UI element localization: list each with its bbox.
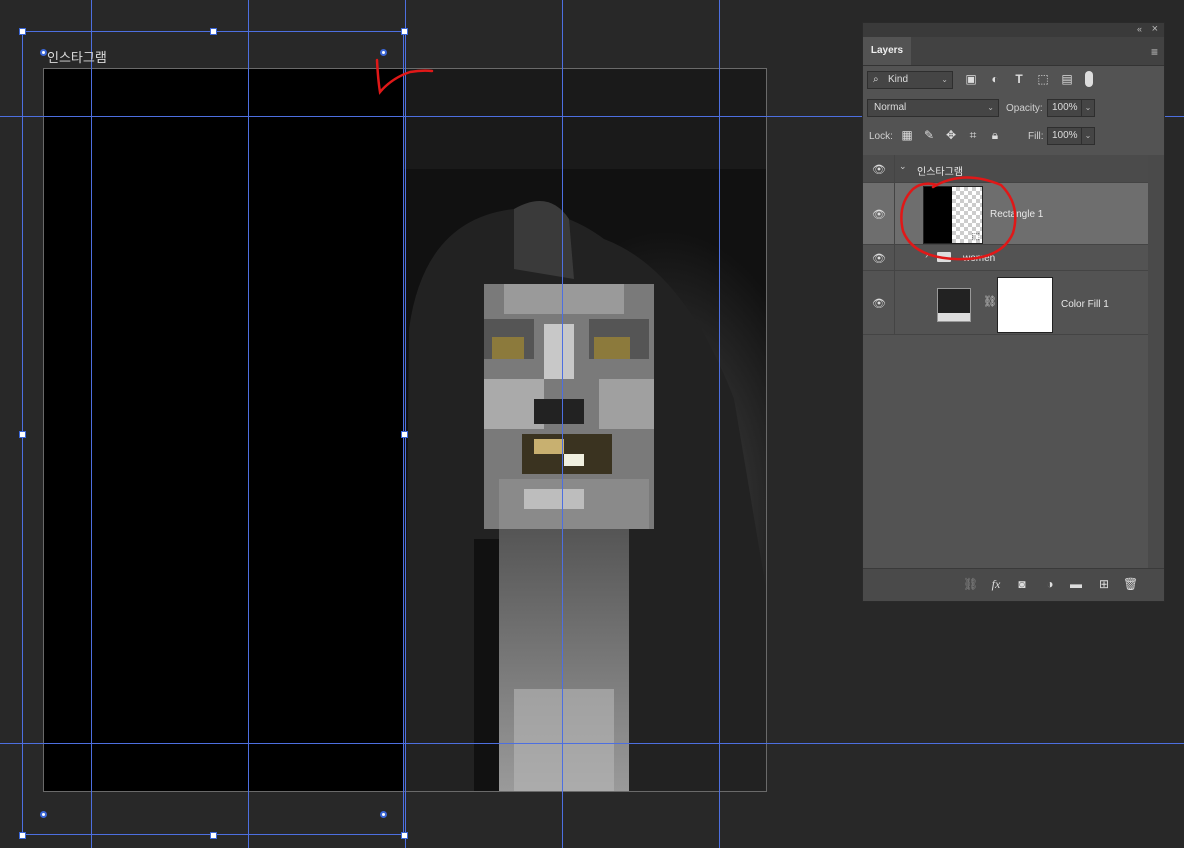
blend-row: Normal ⌄ Opacity: 100% ⌄ (863, 94, 1164, 122)
lock-artboard-icon[interactable]: ⌗ (965, 127, 981, 143)
adjustment-layer-filter-icon[interactable]: ◐ (987, 71, 1003, 87)
corner-radius-handle[interactable] (40, 49, 47, 56)
chevron-down-icon[interactable]: ⌄ (1081, 127, 1095, 145)
chevron-down-icon[interactable]: ⌄ (1081, 99, 1095, 117)
new-group-icon[interactable]: ▬ (1069, 577, 1083, 591)
fill-label: Fill: (1028, 131, 1044, 142)
red-annotation-circle (900, 176, 1017, 261)
filter-kind-label: Kind (888, 74, 909, 85)
close-icon[interactable]: × (1152, 23, 1158, 35)
search-icon: ⌕ (873, 74, 879, 85)
transform-handle[interactable] (19, 832, 26, 839)
layer-row-color-fill[interactable]: 👁︎ ⛓︎ Color Fill 1 (863, 271, 1149, 335)
corner-radius-handle[interactable] (380, 49, 387, 56)
eye-icon[interactable]: 👁︎ (871, 163, 887, 176)
lock-row: Lock: ▦ ✎ ✥ ⌗ 🔒︎ Fill: 100% ⌄ (863, 122, 1164, 150)
new-layer-icon[interactable]: ⊞ (1097, 577, 1111, 591)
link-icon[interactable]: ⛓︎ (983, 295, 997, 308)
corner-radius-handle[interactable] (40, 811, 47, 818)
guide-vertical[interactable] (719, 0, 720, 848)
eye-icon[interactable]: 👁︎ (871, 208, 887, 221)
transform-handle[interactable] (401, 431, 408, 438)
layer-list: 👁︎ ⌄ 인스타그램 👁︎ ⬚ Rectangle 1 👁︎ › women 👁… (863, 155, 1149, 569)
transform-handle[interactable] (210, 28, 217, 35)
link-layers-icon[interactable]: ⛓︎ (963, 577, 978, 591)
adjustment-layer-icon[interactable]: ◑ (1043, 577, 1057, 591)
trash-icon[interactable]: 🗑︎ (1123, 577, 1138, 591)
mask-thumbnail[interactable] (997, 277, 1053, 333)
transform-handle[interactable] (401, 832, 408, 839)
fill-thumbnail (937, 288, 971, 322)
panel-bottom-bar: ⛓︎ fx ◙ ◑ ▬ ⊞ 🗑︎ (863, 568, 1164, 601)
lock-all-icon[interactable]: 🔒︎ (987, 127, 1003, 143)
lock-position-icon[interactable]: ✥ (943, 127, 959, 143)
smart-object-filter-icon[interactable]: ▤ (1059, 71, 1075, 87)
eye-icon[interactable]: 👁︎ (871, 252, 887, 265)
corner-radius-handle[interactable] (380, 811, 387, 818)
layer-name: Color Fill 1 (1061, 299, 1109, 310)
chevron-down-icon: ⌄ (941, 75, 948, 84)
opacity-label: Opacity: (1006, 103, 1043, 114)
fill-field[interactable]: 100% (1047, 127, 1083, 145)
shape-layer-filter-icon[interactable]: ⬚ (1035, 71, 1051, 87)
type-layer-filter-icon[interactable]: T (1011, 71, 1027, 87)
tab-layers[interactable]: Layers (863, 37, 911, 65)
filter-toggle-icon[interactable] (1085, 71, 1093, 87)
lock-transparent-pixels-icon[interactable]: ▦ (899, 127, 915, 143)
transform-handle[interactable] (210, 832, 217, 839)
double-chevron-icon[interactable]: « (1137, 24, 1142, 34)
separator (894, 271, 895, 334)
filter-row: ⌕ Kind ⌄ ▣ ◐ T ⬚ ▤ (863, 66, 1164, 94)
opacity-field[interactable]: 100% (1047, 99, 1083, 117)
lock-image-pixels-icon[interactable]: ✎ (921, 127, 937, 143)
add-mask-icon[interactable]: ◙ (1015, 577, 1029, 591)
chevron-down-icon: ⌄ (987, 103, 994, 112)
transform-bounding-box[interactable] (22, 31, 404, 835)
fx-icon[interactable]: fx (989, 577, 1003, 591)
panel-menu-icon[interactable]: ≡ (1151, 45, 1158, 59)
transform-handle[interactable] (401, 28, 408, 35)
lock-label: Lock: (869, 131, 893, 142)
blend-mode-dropdown[interactable]: Normal ⌄ (867, 99, 999, 117)
transform-handle[interactable] (19, 28, 26, 35)
pixel-layer-filter-icon[interactable]: ▣ (963, 71, 979, 87)
panel-scrollbar[interactable] (1148, 155, 1164, 569)
guide-vertical[interactable] (405, 0, 406, 848)
guide-vertical[interactable] (562, 0, 563, 848)
eye-icon[interactable]: 👁︎ (871, 297, 887, 310)
panel-tab-bar: Layers ≡ (863, 37, 1164, 66)
panel-title-bar: « × (863, 23, 1164, 37)
blend-mode-label: Normal (874, 102, 907, 113)
filter-kind-dropdown[interactable]: ⌕ Kind ⌄ (867, 71, 953, 89)
layers-panel: « × Layers ≡ ⌕ Kind ⌄ ▣ ◐ T ⬚ ▤ Normal ⌄… (862, 22, 1165, 602)
transform-handle[interactable] (19, 431, 26, 438)
chevron-down-icon[interactable]: ⌄ (899, 161, 907, 172)
